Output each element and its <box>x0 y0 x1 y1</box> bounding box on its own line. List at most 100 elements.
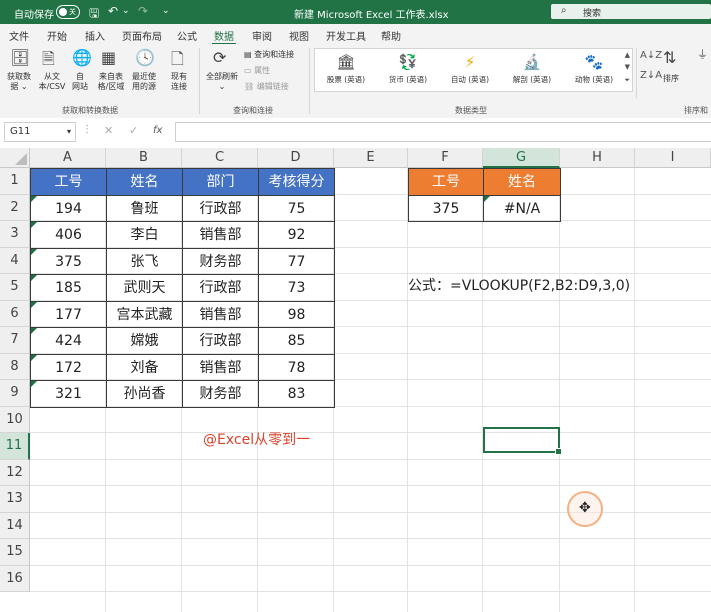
column-header-e[interactable]: E <box>334 148 408 168</box>
column-header-f[interactable]: F <box>408 148 483 168</box>
table-cell[interactable]: 78 <box>258 353 335 381</box>
row-header-13[interactable]: 13 <box>0 486 30 513</box>
data-type-auto[interactable]: ⚡ 自动 (英语) <box>439 53 501 85</box>
row-header-8[interactable]: 8 <box>0 353 30 380</box>
existing-connections-button[interactable]: 现有 连接 <box>164 72 194 92</box>
search-box[interactable]: ⌕ 搜索 <box>551 4 711 19</box>
properties-button[interactable]: ▭ 属性 <box>244 66 270 76</box>
gallery-scroll-down-icon[interactable]: ▼ <box>625 63 630 71</box>
filter-icon[interactable]: ⏚ <box>697 46 708 62</box>
table-header-cell[interactable]: 部门 <box>182 168 259 196</box>
row-header-15[interactable]: 15 <box>0 539 30 566</box>
data-type-animals[interactable]: 🐾 动物 (英语) <box>563 53 625 85</box>
table-cell[interactable]: 185 <box>30 274 107 302</box>
row-header-7[interactable]: 7 <box>0 327 30 354</box>
column-header-c[interactable]: C <box>182 148 258 168</box>
row-header-16[interactable]: 16 <box>0 565 30 592</box>
table-cell[interactable]: 财务部 <box>182 247 259 275</box>
table-cell[interactable]: 77 <box>258 247 335 275</box>
table-header-cell[interactable]: 考核得分 <box>258 168 335 196</box>
row-header-12[interactable]: 12 <box>0 459 30 486</box>
row-header-11[interactable]: 11 <box>0 433 30 460</box>
tab-page-layout[interactable]: 页面布局 <box>122 28 162 43</box>
formula-input[interactable] <box>175 122 711 142</box>
table-cell[interactable]: 375 <box>30 247 107 275</box>
row-header-6[interactable]: 6 <box>0 300 30 327</box>
refresh-all-button[interactable]: 全部刷新 ⌄ <box>202 72 242 92</box>
row-header-9[interactable]: 9 <box>0 380 30 407</box>
autosave-toggle[interactable]: 关 <box>56 5 80 19</box>
get-data-button[interactable]: 获取数据 ⌄ <box>2 72 36 92</box>
table-cell[interactable]: 刘备 <box>106 353 183 381</box>
tab-formulas[interactable]: 公式 <box>177 28 197 43</box>
table-cell[interactable]: 李白 <box>106 221 183 249</box>
data-type-currency[interactable]: 💱 货币 (英语) <box>377 53 439 85</box>
from-text-csv-button[interactable]: 从文 本/CSV <box>34 72 70 92</box>
column-header-g[interactable]: G <box>483 148 560 168</box>
tab-review[interactable]: 审阅 <box>252 28 272 43</box>
row-header-2[interactable]: 2 <box>0 194 30 221</box>
insert-function-icon[interactable]: fx <box>153 125 162 136</box>
row-header-10[interactable]: 10 <box>0 406 30 433</box>
table-cell[interactable]: 75 <box>258 194 335 222</box>
table-cell[interactable]: 行政部 <box>182 194 259 222</box>
table-cell[interactable]: 321 <box>30 380 107 408</box>
sort-button[interactable]: 排序 <box>660 74 682 84</box>
table-cell[interactable]: 嫦娥 <box>106 327 183 355</box>
table-cell[interactable]: 销售部 <box>182 221 259 249</box>
lookup-header-cell[interactable]: 姓名 <box>483 168 561 196</box>
name-box[interactable]: G11 ▾ <box>4 122 76 142</box>
table-header-cell[interactable]: 姓名 <box>106 168 183 196</box>
data-type-anatomy[interactable]: 🔬 解剖 (英语) <box>501 53 563 85</box>
sort-desc-icon[interactable]: Z↓A <box>640 70 662 81</box>
tab-data[interactable]: 数据 <box>212 28 236 45</box>
undo-dropdown-icon[interactable]: ⌄ <box>122 6 130 16</box>
customize-toolbar-icon[interactable]: ⌄ <box>162 6 170 16</box>
table-cell[interactable]: 张飞 <box>106 247 183 275</box>
gallery-more-icon[interactable]: ⏷ <box>624 76 630 85</box>
tab-insert[interactable]: 插入 <box>85 28 105 43</box>
table-cell[interactable]: 武则天 <box>106 274 183 302</box>
select-all-corner[interactable] <box>0 148 30 168</box>
lookup-value-cell[interactable]: 375 <box>408 194 484 222</box>
confirm-icon[interactable]: ✓ <box>129 124 138 137</box>
column-header-a[interactable]: A <box>30 148 106 168</box>
recent-sources-button[interactable]: 最近使 用的源 <box>128 72 160 92</box>
table-cell[interactable]: 98 <box>258 300 335 328</box>
table-cell[interactable]: 406 <box>30 221 107 249</box>
row-header-1[interactable]: 1 <box>0 168 30 195</box>
edit-links-button[interactable]: ⛓ 编辑链接 <box>244 82 289 92</box>
table-header-cell[interactable]: 工号 <box>30 168 107 196</box>
row-header-14[interactable]: 14 <box>0 512 30 539</box>
column-header-h[interactable]: H <box>560 148 635 168</box>
gallery-scroll-up-icon[interactable]: ▲ <box>625 51 630 59</box>
row-header-3[interactable]: 3 <box>0 221 30 248</box>
lookup-header-cell[interactable]: 工号 <box>408 168 484 196</box>
tab-developer[interactable]: 开发工具 <box>326 28 366 43</box>
table-cell[interactable]: 行政部 <box>182 274 259 302</box>
table-cell[interactable]: 销售部 <box>182 353 259 381</box>
table-cell[interactable]: 194 <box>30 194 107 222</box>
save-icon[interactable]: 🖫 <box>89 4 99 25</box>
table-cell[interactable]: 85 <box>258 327 335 355</box>
from-web-button[interactable]: 自网站 <box>68 72 92 92</box>
data-type-stocks[interactable]: 🏛 股票 (英语) <box>315 53 377 85</box>
sort-asc-icon[interactable]: A↓Z <box>640 50 662 61</box>
table-cell[interactable]: 424 <box>30 327 107 355</box>
from-table-range-button[interactable]: 来自表 格/区域 <box>94 72 128 92</box>
redo-icon[interactable]: ↷ <box>138 4 148 18</box>
lookup-value-cell[interactable]: #N/A <box>483 194 561 222</box>
queries-connections-button[interactable]: ▤ 查询和连接 <box>244 50 294 60</box>
table-cell[interactable]: 宫本武藏 <box>106 300 183 328</box>
table-cell[interactable]: 172 <box>30 353 107 381</box>
tab-help[interactable]: 帮助 <box>381 28 401 43</box>
tab-view[interactable]: 视图 <box>289 28 309 43</box>
row-header-5[interactable]: 5 <box>0 274 30 301</box>
tab-home[interactable]: 开始 <box>47 28 67 43</box>
table-cell[interactable]: 财务部 <box>182 380 259 408</box>
table-cell[interactable]: 177 <box>30 300 107 328</box>
column-header-i[interactable]: I <box>635 148 711 168</box>
cancel-icon[interactable]: ✕ <box>104 124 113 137</box>
table-cell[interactable]: 孙尚香 <box>106 380 183 408</box>
row-header-4[interactable]: 4 <box>0 247 30 274</box>
